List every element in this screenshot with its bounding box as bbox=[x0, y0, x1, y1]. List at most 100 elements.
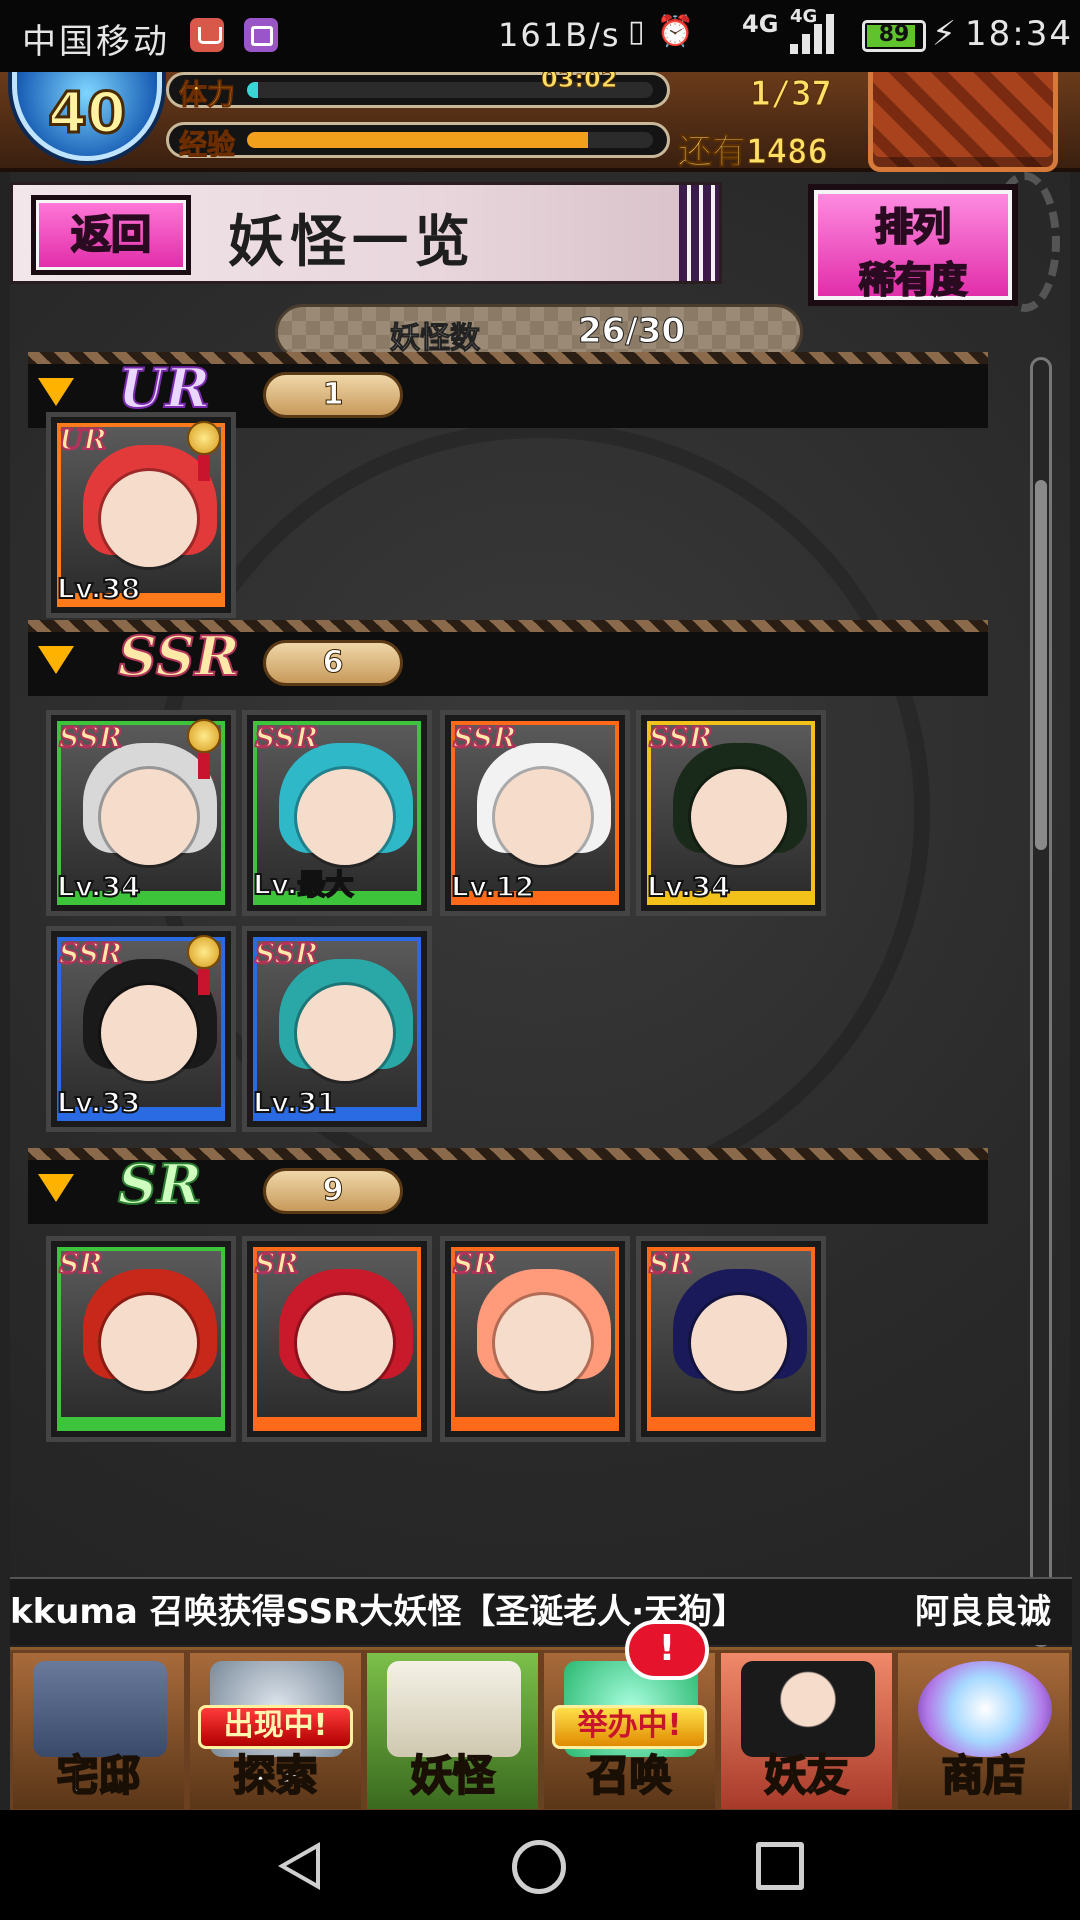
card-level: Lv.12 bbox=[450, 869, 535, 904]
yokai-card[interactable]: SR bbox=[440, 1236, 630, 1442]
yokai-count-value: 26/30 bbox=[577, 311, 686, 352]
medal-icon bbox=[187, 935, 221, 995]
rarity-tag: SSR bbox=[58, 936, 123, 971]
back-icon[interactable] bbox=[278, 1842, 320, 1890]
exp-remaining: 还有1486 bbox=[678, 132, 829, 173]
scrollbar-thumb[interactable] bbox=[1035, 480, 1047, 850]
battery-level: 89 bbox=[878, 22, 910, 47]
rarity-tag: SR bbox=[648, 1246, 693, 1281]
collapse-arrow-icon bbox=[38, 1174, 74, 1202]
card-level: Lv.34 bbox=[56, 869, 141, 904]
back-button[interactable]: 返回 bbox=[31, 195, 191, 275]
stamina-timer: 03:02 bbox=[540, 72, 618, 94]
exp-bar: 经验 bbox=[166, 122, 670, 162]
rarity-label: SR bbox=[117, 1151, 203, 1217]
nav-shop-button[interactable]: 商店 bbox=[895, 1650, 1072, 1810]
recent-apps-icon[interactable] bbox=[756, 1842, 804, 1890]
charging-icon: ⚡ bbox=[932, 14, 956, 54]
section-count: 6 bbox=[263, 640, 403, 686]
yokai-portrait bbox=[261, 1255, 413, 1423]
page-title: 妖怪一览 bbox=[228, 209, 476, 275]
yokai-portrait bbox=[459, 1255, 611, 1423]
summon-alert-badge: ! bbox=[625, 1620, 709, 1680]
rarity-label: UR bbox=[117, 355, 211, 421]
nav-friends-label: 妖友 bbox=[763, 1750, 849, 1801]
yokai-card[interactable]: SSR Lv.31 bbox=[242, 926, 432, 1132]
yokai-card[interactable]: UR Lv.38 bbox=[46, 412, 236, 618]
nav-explore-label: 探索 bbox=[232, 1750, 318, 1801]
sort-button[interactable]: 排列 稀有度 bbox=[808, 184, 1018, 306]
network-type-2: 4G bbox=[790, 6, 818, 27]
yokai-card[interactable]: SSR Lv.12 bbox=[440, 710, 630, 916]
sort-label: 排列 bbox=[874, 204, 952, 250]
rarity-tag: SSR bbox=[254, 936, 319, 971]
rarity-tag: SSR bbox=[58, 720, 123, 755]
yokai-card[interactable]: SSR Lv.33 bbox=[46, 926, 236, 1132]
ticker-next: 阿良良诚 bbox=[915, 1592, 1051, 1632]
home-icon[interactable] bbox=[512, 1840, 566, 1894]
battery-icon: 89 bbox=[862, 20, 926, 52]
clock: 18:34 bbox=[965, 14, 1073, 54]
collapse-arrow-icon bbox=[38, 646, 74, 674]
stamina-value: 1/37 bbox=[750, 74, 833, 115]
card-level: Lv.38 bbox=[56, 571, 141, 606]
player-level: 40 bbox=[47, 80, 128, 148]
rarity-tag: SR bbox=[254, 1246, 299, 1281]
nav-yokai-label: 妖怪 bbox=[409, 1750, 495, 1801]
sort-mode: 稀有度 bbox=[858, 259, 968, 302]
rarity-tag: SSR bbox=[452, 720, 517, 755]
nav-friends-button[interactable]: 妖友 bbox=[718, 1650, 895, 1810]
card-level: Lv.最大 bbox=[252, 867, 354, 902]
nav-home-label: 宅邸 bbox=[55, 1750, 141, 1801]
yokai-card[interactable]: SR bbox=[636, 1236, 826, 1442]
inbox-icon bbox=[190, 18, 224, 52]
news-ticker: kkuma 召唤获得SSR大妖怪【圣诞老人·天狗】 阿良良诚 bbox=[10, 1577, 1072, 1645]
yokai-portrait bbox=[655, 1255, 807, 1423]
network-type: 4G bbox=[742, 10, 779, 38]
net-speed: 161B/s bbox=[498, 16, 621, 54]
banner-stripes bbox=[679, 185, 719, 281]
section-count: 9 bbox=[263, 1168, 403, 1214]
yokai-portrait bbox=[65, 1255, 217, 1423]
card-level: Lv.33 bbox=[56, 1085, 141, 1120]
nav-summon-label: 召唤 bbox=[586, 1750, 672, 1801]
bottom-nav: 宅邸 出现中! 探索 妖怪 举办中! 召唤 妖友 商店 bbox=[10, 1647, 1072, 1810]
game-screen: 40 体力 03:02 1/37 经验 还有1486 返回 妖怪一览 排列 稀有… bbox=[0, 72, 1080, 1810]
title-banner: 返回 妖怪一览 bbox=[10, 182, 722, 284]
card-level: Lv.31 bbox=[252, 1085, 337, 1120]
rarity-tag: SSR bbox=[648, 720, 713, 755]
section-header-ssr[interactable]: SSR 6 bbox=[28, 620, 988, 696]
level-badge[interactable]: 40 bbox=[12, 72, 162, 161]
exp-label: 经验 bbox=[178, 128, 236, 162]
yokai-card[interactable]: SR bbox=[242, 1236, 432, 1442]
collapse-arrow-icon bbox=[38, 378, 74, 406]
medal-icon bbox=[187, 719, 221, 779]
yokai-card[interactable]: SR bbox=[46, 1236, 236, 1442]
section-count: 1 bbox=[263, 372, 403, 418]
vibrate-icon: ▯ bbox=[628, 14, 645, 49]
yokai-count-label: 妖怪数 bbox=[390, 321, 481, 357]
stamina-bar: 体力 03:02 bbox=[166, 72, 670, 112]
status-bar: 中国移动 161B/s ▯ ⏰ 4G 4G 89 ⚡ 18:34 bbox=[0, 0, 1080, 72]
system-nav-bar bbox=[0, 1810, 1080, 1920]
treasure-chest-icon[interactable] bbox=[868, 72, 1058, 172]
nav-home-button[interactable]: 宅邸 bbox=[10, 1650, 187, 1810]
list-scrollbar[interactable] bbox=[1030, 357, 1052, 1647]
section-header-sr[interactable]: SR 9 bbox=[28, 1148, 988, 1224]
rarity-tag: SR bbox=[452, 1246, 497, 1281]
rarity-label: SSR bbox=[117, 623, 241, 689]
yokai-list[interactable]: UR 1 SSR 6 SR 9 UR Lv.38 SSR Lv.34 SSR Lv.最大 S… bbox=[10, 352, 1060, 1647]
card-level: Lv.34 bbox=[646, 869, 731, 904]
gallery-icon bbox=[244, 18, 278, 52]
yokai-card[interactable]: SSR Lv.34 bbox=[636, 710, 826, 916]
nav-explore-button[interactable]: 出现中! 探索 bbox=[187, 1650, 364, 1810]
yokai-card[interactable]: SSR Lv.最大 bbox=[242, 710, 432, 916]
top-hud: 40 体力 03:02 1/37 经验 还有1486 bbox=[0, 72, 1080, 173]
yokai-card[interactable]: SSR Lv.34 bbox=[46, 710, 236, 916]
status-icons: ▯ ⏰ bbox=[628, 14, 694, 49]
nav-shop-label: 商店 bbox=[940, 1750, 1026, 1801]
stamina-label: 体力 bbox=[178, 78, 236, 112]
rarity-tag: SR bbox=[58, 1246, 103, 1281]
nav-yokai-button[interactable]: 妖怪 bbox=[364, 1650, 541, 1810]
medal-icon bbox=[187, 421, 221, 481]
